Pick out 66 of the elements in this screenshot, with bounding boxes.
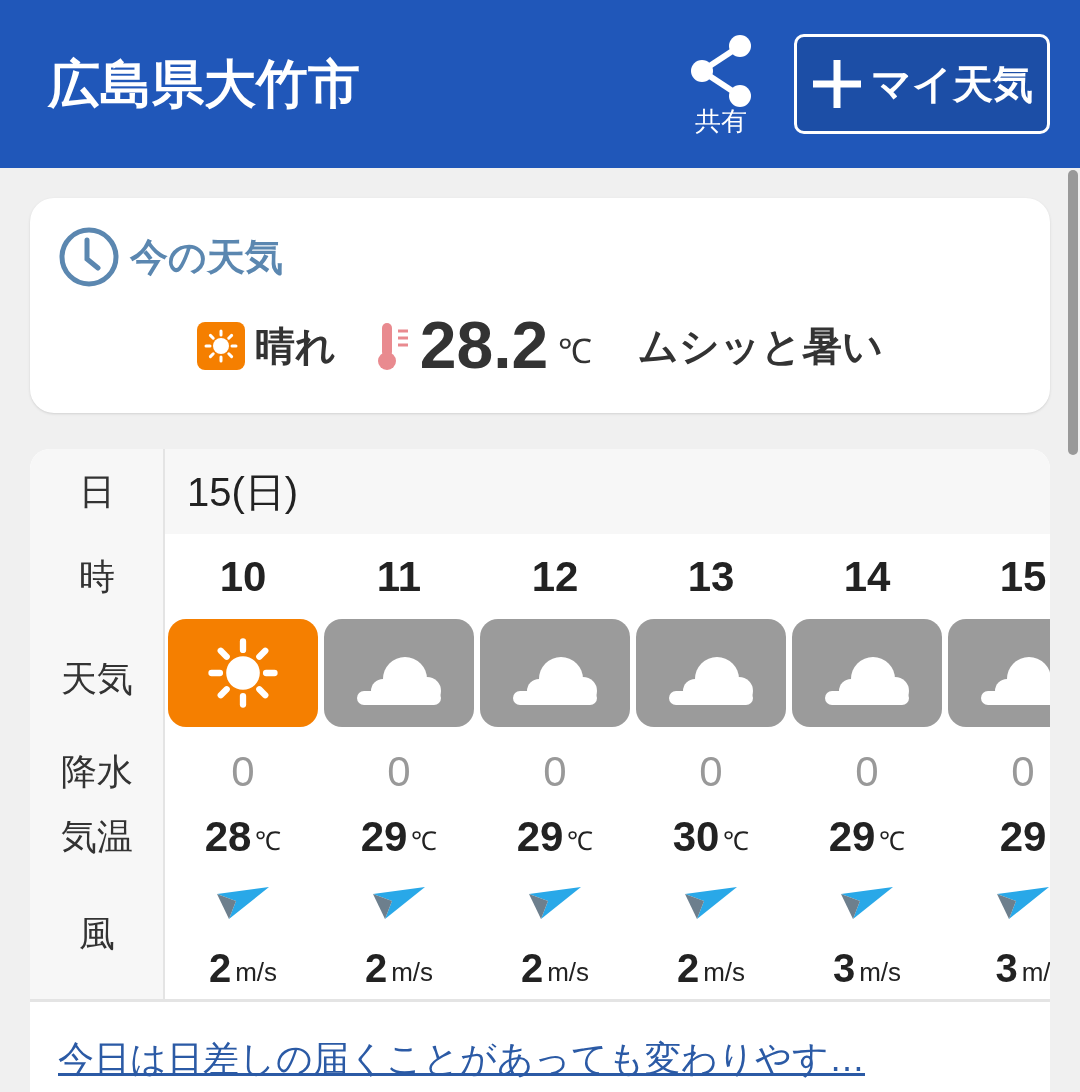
wind-speed-cell-text: 2 bbox=[208, 945, 232, 992]
cloud-icon bbox=[825, 657, 909, 705]
temperature-unit: ℃ bbox=[723, 825, 750, 858]
wind-direction-arrow-icon bbox=[684, 885, 738, 921]
temperature-unit: ℃ bbox=[411, 825, 438, 858]
wind-direction-arrow-icon bbox=[996, 885, 1050, 921]
hour-cell-text: 11 bbox=[376, 552, 422, 602]
row-label: 日 bbox=[77, 469, 116, 514]
row-label: 風 bbox=[77, 912, 116, 956]
precipitation-cell-text: 0 bbox=[231, 747, 255, 797]
wind-direction-arrow-icon bbox=[216, 885, 270, 921]
wind-speed-cell-text: 3 bbox=[832, 945, 856, 992]
wind-unit: m/s bbox=[391, 955, 434, 989]
hour-cell-text: 14 bbox=[843, 552, 891, 602]
date-label: 15(日) bbox=[187, 468, 299, 516]
wind-direction-arrow-icon bbox=[840, 885, 894, 921]
hour-cell-text: 13 bbox=[687, 552, 735, 602]
my-weather-button[interactable]: マイ天気 bbox=[794, 34, 1050, 134]
wind-speed-cell-text: 2 bbox=[364, 945, 388, 992]
precipitation-cell-text: 0 bbox=[543, 747, 567, 797]
wind-unit: m/s bbox=[703, 955, 746, 989]
row-label: 気温 bbox=[59, 814, 134, 859]
hour-cell-text: 12 bbox=[531, 552, 579, 602]
wind-speed-cell-text: 2 bbox=[676, 945, 700, 992]
cloud-icon bbox=[669, 657, 753, 705]
feeling-text: ムシッと暑い bbox=[638, 322, 884, 370]
wind-unit: m/s bbox=[235, 955, 278, 989]
cloud-icon bbox=[513, 657, 597, 705]
wind-unit: m/ bbox=[1021, 955, 1050, 989]
cloud-icon bbox=[357, 657, 441, 705]
temperature-cell-text: 29 bbox=[516, 812, 564, 862]
temperature-cell-text: 29 bbox=[360, 812, 408, 862]
current-weather-heading: 今の天気 bbox=[130, 234, 283, 280]
precipitation-cell-text: 0 bbox=[855, 747, 879, 797]
share-icon bbox=[688, 34, 754, 108]
page-title: 広島県大竹市 bbox=[48, 54, 361, 115]
temperature-cell-text: 29 bbox=[828, 812, 876, 862]
clock-icon bbox=[58, 226, 120, 288]
wind-speed-cell-text: 2 bbox=[520, 945, 544, 992]
wind-direction-arrow-icon bbox=[372, 885, 426, 921]
hour-cell-text: 10 bbox=[219, 552, 267, 602]
row-label: 降水 bbox=[59, 749, 134, 794]
summary-link[interactable]: 今日は日差しの届くことがあっても変わりやす… bbox=[58, 1038, 865, 1079]
temperature-unit: ℃ bbox=[558, 331, 593, 372]
wind-speed-cell-text: 3 bbox=[995, 945, 1018, 992]
share-button[interactable]: 共有 bbox=[688, 34, 754, 134]
wind-unit: m/s bbox=[547, 955, 590, 989]
plus-icon bbox=[811, 58, 863, 110]
cloud-icon bbox=[981, 657, 1050, 705]
current-condition: 晴れ bbox=[254, 322, 336, 370]
temperature-cell-text: 29 bbox=[999, 812, 1047, 862]
precipitation-cell-text: 0 bbox=[699, 747, 723, 797]
wind-unit: m/s bbox=[859, 955, 902, 989]
thermometer-icon bbox=[375, 320, 410, 371]
temperature-cell-text: 30 bbox=[672, 812, 720, 862]
temperature-unit: ℃ bbox=[255, 825, 282, 858]
row-label: 時 bbox=[77, 554, 116, 599]
precipitation-cell-text: 0 bbox=[1011, 747, 1035, 797]
row-label: 天気 bbox=[59, 657, 134, 701]
wind-direction-arrow-icon bbox=[528, 885, 582, 921]
hour-cell-text: 15 bbox=[999, 552, 1047, 602]
temperature-unit: ℃ bbox=[879, 825, 906, 858]
temperature-cell-text: 28 bbox=[204, 812, 252, 862]
temperature-unit: ℃ bbox=[567, 825, 594, 858]
current-temperature: 28.2 bbox=[419, 307, 549, 384]
precipitation-cell-text: 0 bbox=[387, 747, 411, 797]
